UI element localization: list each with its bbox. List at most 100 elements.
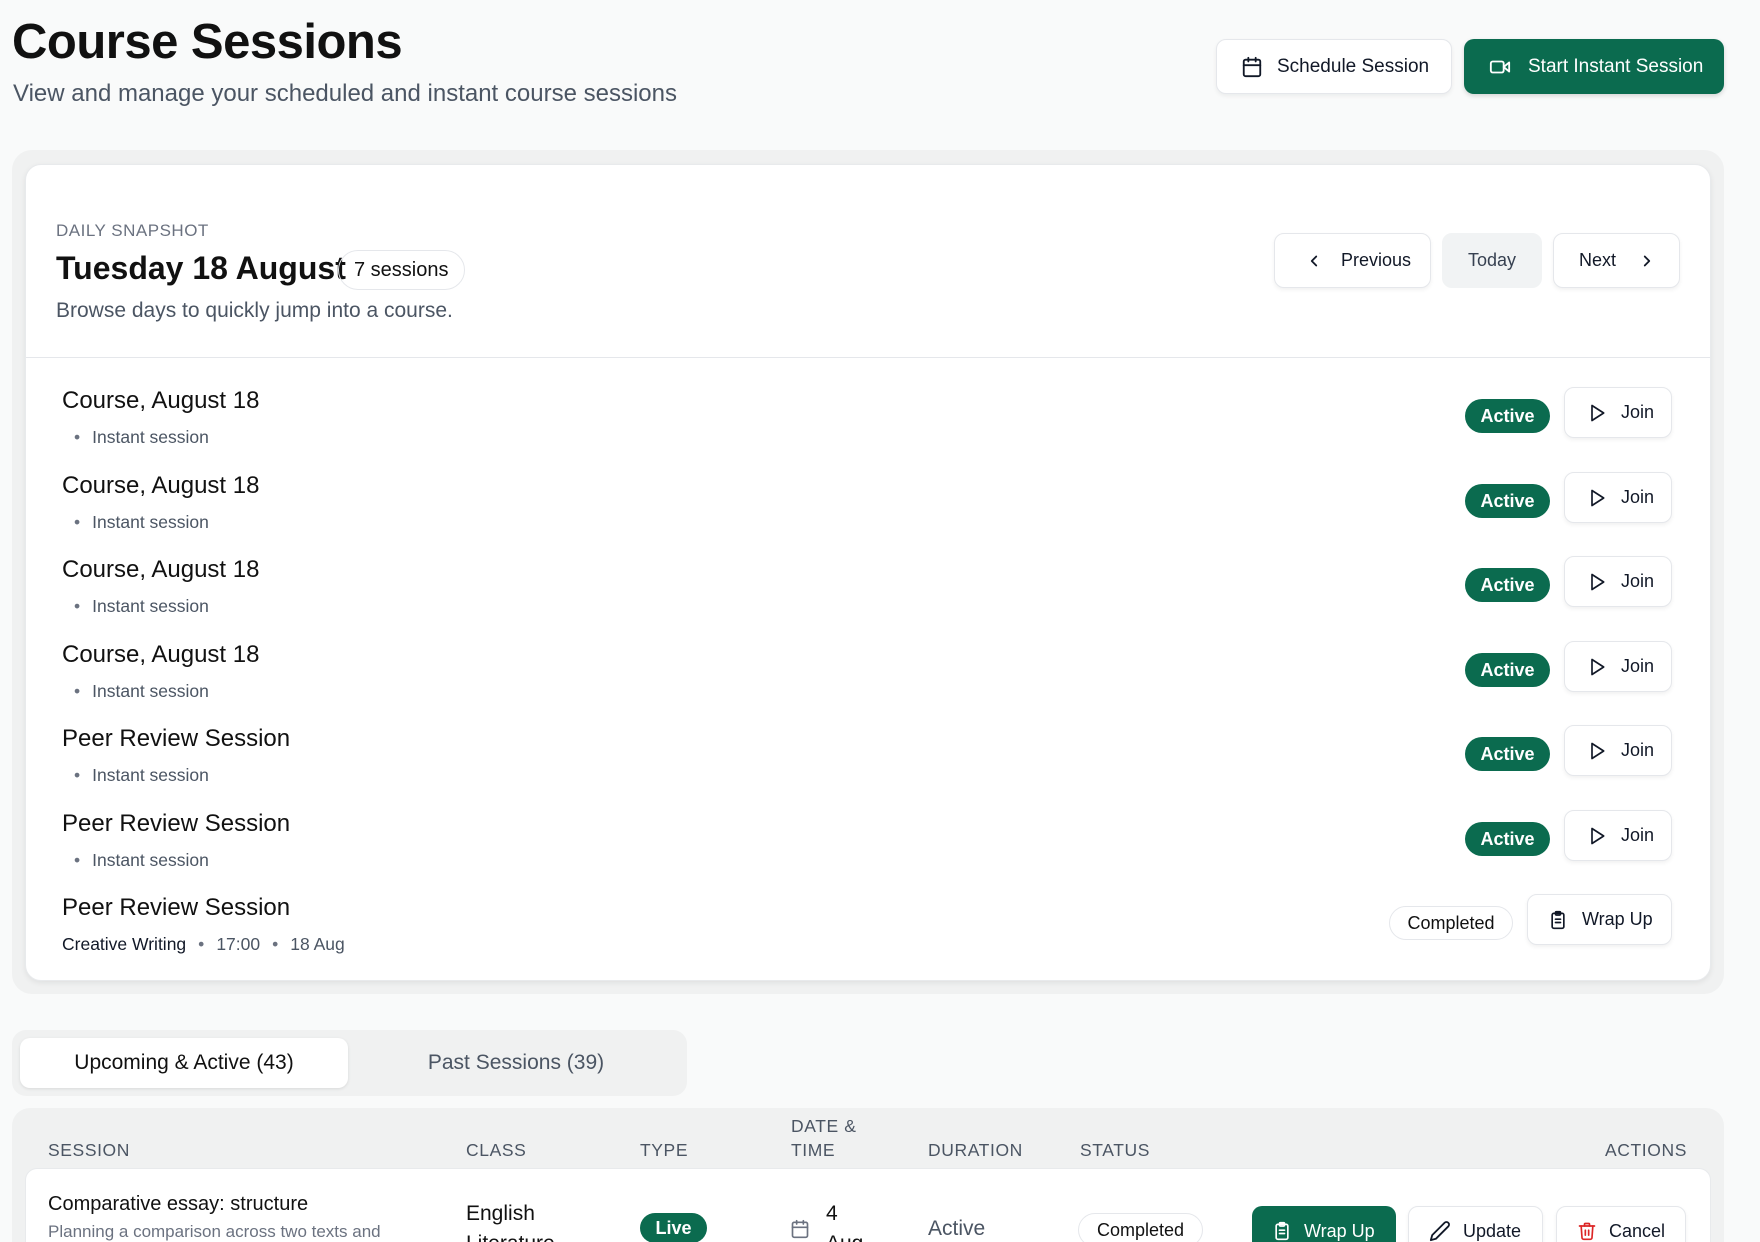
snapshot-session-row: Course, August 18 • Instant session Activ… — [62, 472, 1672, 552]
play-icon — [1587, 741, 1607, 761]
page-subtitle: View and manage your scheduled and insta… — [13, 80, 677, 107]
snapshot-divider — [26, 357, 1710, 358]
play-icon — [1587, 403, 1607, 423]
play-icon — [1587, 826, 1607, 846]
join-label: Join — [1621, 825, 1655, 845]
chevron-right-icon — [1638, 252, 1656, 270]
row-wrap-up-button[interactable]: Wrap Up — [1252, 1206, 1396, 1242]
session-title: Course, August 18 — [62, 556, 260, 583]
column-header-duration: DURATION — [928, 1140, 1023, 1160]
schedule-session-label: Schedule Session — [1277, 55, 1430, 77]
session-meta: • Instant session — [74, 512, 209, 532]
session-meta: • Instant session — [74, 681, 209, 701]
session-type: Instant session — [92, 681, 209, 701]
clipboard-icon — [1272, 1220, 1292, 1242]
row-session-description: Planning a comparison across two texts a… — [48, 1222, 381, 1241]
session-type: Instant session — [92, 512, 209, 532]
join-label: Join — [1621, 740, 1655, 760]
row-update-button[interactable]: Update — [1408, 1206, 1543, 1242]
clipboard-icon — [1548, 909, 1568, 931]
join-label: Join — [1621, 571, 1655, 591]
start-instant-session-button[interactable]: Start Instant Session — [1464, 39, 1724, 94]
today-button[interactable]: Today — [1442, 233, 1542, 288]
session-type: Instant session — [92, 427, 209, 447]
column-header-actions: ACTIONS — [1605, 1140, 1687, 1160]
join-button[interactable]: Join — [1564, 556, 1672, 607]
join-button[interactable]: Join — [1564, 725, 1672, 776]
type-badge: Live — [640, 1213, 707, 1242]
snapshot-session-row: Course, August 18 • Instant session Activ… — [62, 641, 1672, 721]
join-label: Join — [1621, 656, 1655, 676]
row-class-line2: Literature — [466, 1232, 555, 1242]
start-instant-session-label: Start Instant Session — [1528, 55, 1704, 77]
next-day-button[interactable]: Next — [1553, 233, 1680, 288]
status-badge: Active — [1465, 399, 1550, 433]
play-icon — [1587, 657, 1607, 677]
session-meta: • Instant session — [74, 765, 209, 785]
snapshot-date: Tuesday 18 August — [56, 250, 346, 286]
join-label: Join — [1621, 487, 1655, 507]
row-status-badge: Completed — [1078, 1213, 1203, 1242]
snapshot-kicker: DAILY SNAPSHOT — [56, 221, 209, 240]
session-title: Peer Review Session — [62, 725, 291, 752]
row-session-title: Comparative essay: structure — [48, 1193, 309, 1215]
column-header-type: TYPE — [640, 1140, 689, 1160]
session-title: Course, August 18 — [62, 472, 260, 499]
session-class: Creative Writing — [62, 934, 187, 954]
snapshot-session-row: Peer Review Session • Instant session Act… — [62, 810, 1672, 890]
session-date: 18 Aug — [290, 934, 345, 954]
calendar-icon — [1241, 56, 1263, 78]
tab-upcoming-active[interactable]: Upcoming & Active (43) — [20, 1038, 348, 1088]
play-icon — [1587, 488, 1607, 508]
previous-day-button[interactable]: Previous — [1274, 233, 1431, 288]
session-type: Instant session — [92, 596, 209, 616]
snapshot-session-row: Peer Review Session Creative Writing • 1… — [62, 894, 1672, 974]
session-title: Peer Review Session — [62, 810, 291, 837]
snapshot-session-row: Course, August 18 • Instant session Activ… — [62, 387, 1672, 467]
column-header-date-time: DATE & TIME — [791, 1114, 857, 1162]
video-icon — [1488, 56, 1512, 78]
column-header-date-line1: DATE & — [791, 1116, 857, 1136]
session-type: Instant session — [92, 850, 209, 870]
session-count-badge: 7 sessions — [338, 250, 465, 290]
session-title: Peer Review Session — [62, 894, 291, 921]
wrap-up-label: Wrap Up — [1582, 909, 1653, 929]
session-time: 17:00 — [216, 934, 261, 954]
row-cancel-button[interactable]: Cancel — [1556, 1206, 1686, 1242]
join-button[interactable]: Join — [1564, 810, 1672, 861]
column-header-date-line2: TIME — [791, 1140, 836, 1160]
row-update-label: Update — [1463, 1220, 1522, 1241]
pencil-icon — [1429, 1220, 1451, 1242]
status-badge: Active — [1465, 737, 1550, 771]
today-label: Today — [1467, 250, 1517, 270]
chevron-left-icon — [1305, 252, 1323, 270]
row-date-month: Aug — [826, 1232, 863, 1242]
row-class-line1: English — [466, 1202, 535, 1225]
column-header-session: SESSION — [48, 1140, 131, 1160]
snapshot-session-row: Course, August 18 • Instant session Activ… — [62, 556, 1672, 636]
page-title: Course Sessions — [12, 15, 403, 69]
calendar-icon — [790, 1219, 810, 1239]
session-type: Instant session — [92, 765, 209, 785]
snapshot-session-row: Peer Review Session • Instant session Act… — [62, 725, 1672, 805]
join-button[interactable]: Join — [1564, 387, 1672, 438]
session-meta: • Instant session — [74, 850, 209, 870]
session-title: Course, August 18 — [62, 387, 260, 414]
wrap-up-button[interactable]: Wrap Up — [1527, 894, 1672, 945]
column-header-class: CLASS — [466, 1140, 527, 1160]
row-duration: Active — [928, 1217, 986, 1240]
row-wrap-up-label: Wrap Up — [1304, 1220, 1375, 1241]
session-meta: • Instant session — [74, 596, 209, 616]
session-meta: Creative Writing • 17:00 • 18 Aug — [62, 934, 345, 954]
status-badge: Active — [1465, 568, 1550, 602]
status-badge: Active — [1465, 822, 1550, 856]
tab-past-sessions[interactable]: Past Sessions (39) — [360, 1038, 672, 1088]
schedule-session-button[interactable]: Schedule Session — [1216, 39, 1452, 94]
snapshot-help-text: Browse days to quickly jump into a cours… — [56, 299, 453, 322]
join-button[interactable]: Join — [1564, 472, 1672, 523]
session-title: Course, August 18 — [62, 641, 260, 668]
status-badge: Completed — [1389, 906, 1513, 940]
next-label: Next — [1579, 250, 1617, 270]
join-button[interactable]: Join — [1564, 641, 1672, 692]
session-meta: • Instant session — [74, 427, 209, 447]
